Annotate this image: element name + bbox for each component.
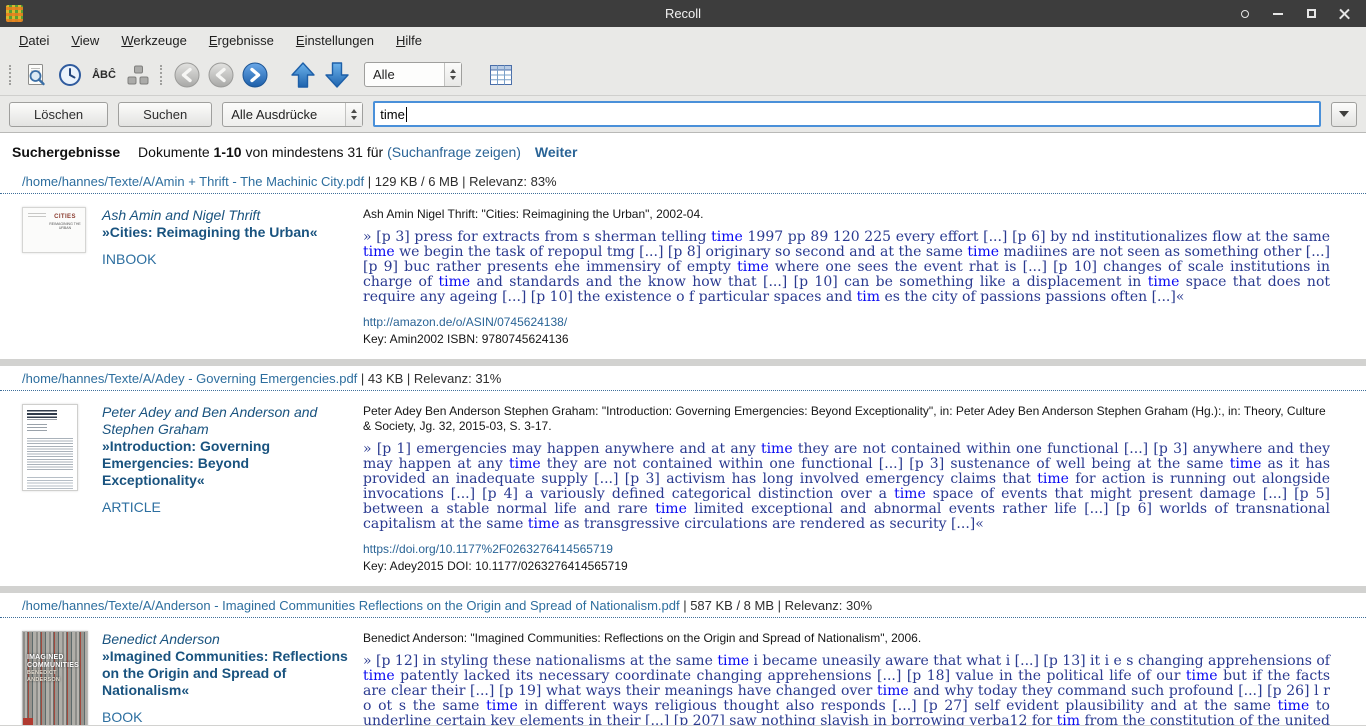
category-filter-select[interactable]: Alle [364, 62, 462, 87]
document-thumbnail[interactable]: IMAGINED COMMUNITIES BENEDICT ANDERSON [22, 631, 88, 725]
result-snippet: » [p 1] emergencies may happen anywhere … [363, 442, 1330, 532]
toolbar-drag-handle[interactable] [160, 65, 165, 85]
result-item: IMAGINED COMMUNITIES BENEDICT ANDERSON B… [0, 618, 1366, 725]
result-title[interactable]: »Introduction: Governing Emergencies: Be… [102, 438, 351, 489]
window-title: Recoll [0, 6, 1366, 21]
text-caret [406, 107, 407, 122]
sort-parameters-icon [126, 63, 150, 87]
nav-forward-icon [241, 61, 269, 89]
result-url-link[interactable]: https://doi.org/10.1177%2F02632764145657… [363, 542, 1330, 556]
minimize-button[interactable] [1272, 8, 1284, 20]
arrow-up-button[interactable] [286, 58, 320, 92]
menu-hilfe[interactable]: Hilfe [385, 28, 433, 53]
category-filter-value: Alle [365, 63, 444, 86]
menu-werkzeuge[interactable]: Werkzeuge [110, 28, 198, 53]
document-thumbnail[interactable] [22, 404, 78, 491]
result-meta: | 587 KB / 8 MB | Relevanz: 30% [680, 598, 872, 613]
menu-einstellungen[interactable]: Einstellungen [285, 28, 385, 53]
clock-icon [58, 63, 82, 87]
menu-ergebnisse[interactable]: Ergebnisse [198, 28, 285, 53]
menu-datei[interactable]: Datei [8, 28, 60, 53]
result-path-row: /home/hannes/Texte/A/Amin + Thrift - The… [0, 169, 1366, 193]
menu-view[interactable]: View [60, 28, 110, 53]
result-path-row: /home/hannes/Texte/A/Anderson - Imagined… [0, 593, 1366, 617]
arrow-up-icon [290, 61, 316, 89]
result-doctype: BOOK [102, 709, 351, 725]
results-range: 1-10 [214, 144, 242, 160]
nav-back-icon [207, 61, 235, 89]
results-table-button[interactable] [484, 58, 518, 92]
search-input[interactable]: time [373, 101, 1321, 127]
result-key: Key: Adey2015 DOI: 10.1177/0263276414565… [363, 559, 1330, 573]
result-url-link[interactable]: http://amazon.de/o/ASIN/0745624138/ [363, 315, 1330, 329]
combo-spinner[interactable] [345, 103, 362, 126]
results-area[interactable]: Suchergebnisse Dokumente 1-10 von mindes… [0, 133, 1366, 725]
result-item: CITIES REIMAGINING THE URBAN Ash Amin an… [0, 194, 1366, 359]
search-history-button[interactable] [1331, 102, 1357, 127]
result-title[interactable]: »Imagined Communities: Reflections on th… [102, 648, 351, 699]
combo-spinner[interactable] [444, 63, 461, 86]
term-explorer-button[interactable]: ÅBĈ [87, 58, 121, 92]
results-table-icon [489, 64, 513, 86]
result-doctype: INBOOK [102, 251, 351, 267]
document-search-icon [23, 62, 49, 88]
term-explorer-icon: ÅBĈ [92, 69, 116, 81]
chevron-down-icon [1339, 111, 1349, 117]
shade-button[interactable] [1239, 8, 1251, 20]
nav-back-button[interactable] [170, 58, 204, 92]
result-author: Ash Amin and Nigel Thrift [102, 207, 351, 224]
nav-forward-button[interactable] [238, 58, 272, 92]
result-title[interactable]: »Cities: Reimagining the Urban« [102, 224, 351, 241]
search-mode-select[interactable]: Alle Ausdrücke [222, 102, 363, 127]
result-key: Key: Amin2002 ISBN: 9780745624136 [363, 332, 1330, 346]
arrow-down-button[interactable] [320, 58, 354, 92]
result-path-row: /home/hannes/Texte/A/Adey - Governing Em… [0, 366, 1366, 390]
result-snippet: » [p 12] in styling these nationalisms a… [363, 654, 1330, 725]
nav-back-2-button[interactable] [204, 58, 238, 92]
search-mode-value: Alle Ausdrücke [223, 103, 345, 126]
result-author: Peter Adey and Ben Anderson and Stephen … [102, 404, 351, 438]
sort-parameters-button[interactable] [121, 58, 155, 92]
result-item: Peter Adey and Ben Anderson and Stephen … [0, 391, 1366, 586]
result-meta: | 43 KB | Relevanz: 31% [357, 371, 501, 386]
next-page-link[interactable]: Weiter [535, 144, 578, 160]
search-query-text: time [380, 107, 405, 122]
result-path-link[interactable]: /home/hannes/Texte/A/Adey - Governing Em… [22, 371, 357, 386]
toolbar: ÅBĈ [0, 54, 1366, 96]
result-citation: Ash Amin Nigel Thrift: "Cities: Reimagin… [363, 207, 1330, 222]
document-search-button[interactable] [19, 58, 53, 92]
result-doctype: ARTICLE [102, 499, 351, 515]
sort-by-dates-button[interactable] [53, 58, 87, 92]
close-button[interactable] [1338, 8, 1350, 20]
nav-back-icon [173, 61, 201, 89]
result-path-link[interactable]: /home/hannes/Texte/A/Anderson - Imagined… [22, 598, 680, 613]
search-button[interactable]: Suchen [118, 102, 212, 127]
results-summary: Suchergebnisse Dokumente 1-10 von mindes… [0, 133, 1366, 169]
result-snippet: » [p 3] press for extracts from s sherma… [363, 230, 1330, 305]
menubar: Datei View Werkzeuge Ergebnisse Einstell… [0, 27, 1366, 54]
show-query-link[interactable]: (Suchanfrage zeigen) [387, 144, 521, 160]
titlebar: Recoll [0, 0, 1366, 27]
result-path-link[interactable]: /home/hannes/Texte/A/Amin + Thrift - The… [22, 174, 364, 189]
results-title: Suchergebnisse [12, 144, 120, 160]
clear-button[interactable]: Löschen [9, 102, 108, 127]
result-citation: Peter Adey Ben Anderson Stephen Graham: … [363, 404, 1330, 434]
document-thumbnail[interactable]: CITIES REIMAGINING THE URBAN [22, 207, 86, 253]
result-citation: Benedict Anderson: "Imagined Communities… [363, 631, 1330, 646]
result-meta: | 129 KB / 6 MB | Relevanz: 83% [364, 174, 556, 189]
arrow-down-icon [324, 61, 350, 89]
toolbar-drag-handle[interactable] [9, 65, 14, 85]
result-author: Benedict Anderson [102, 631, 351, 648]
maximize-button[interactable] [1305, 8, 1317, 20]
search-bar: Löschen Suchen Alle Ausdrücke time [0, 96, 1366, 133]
